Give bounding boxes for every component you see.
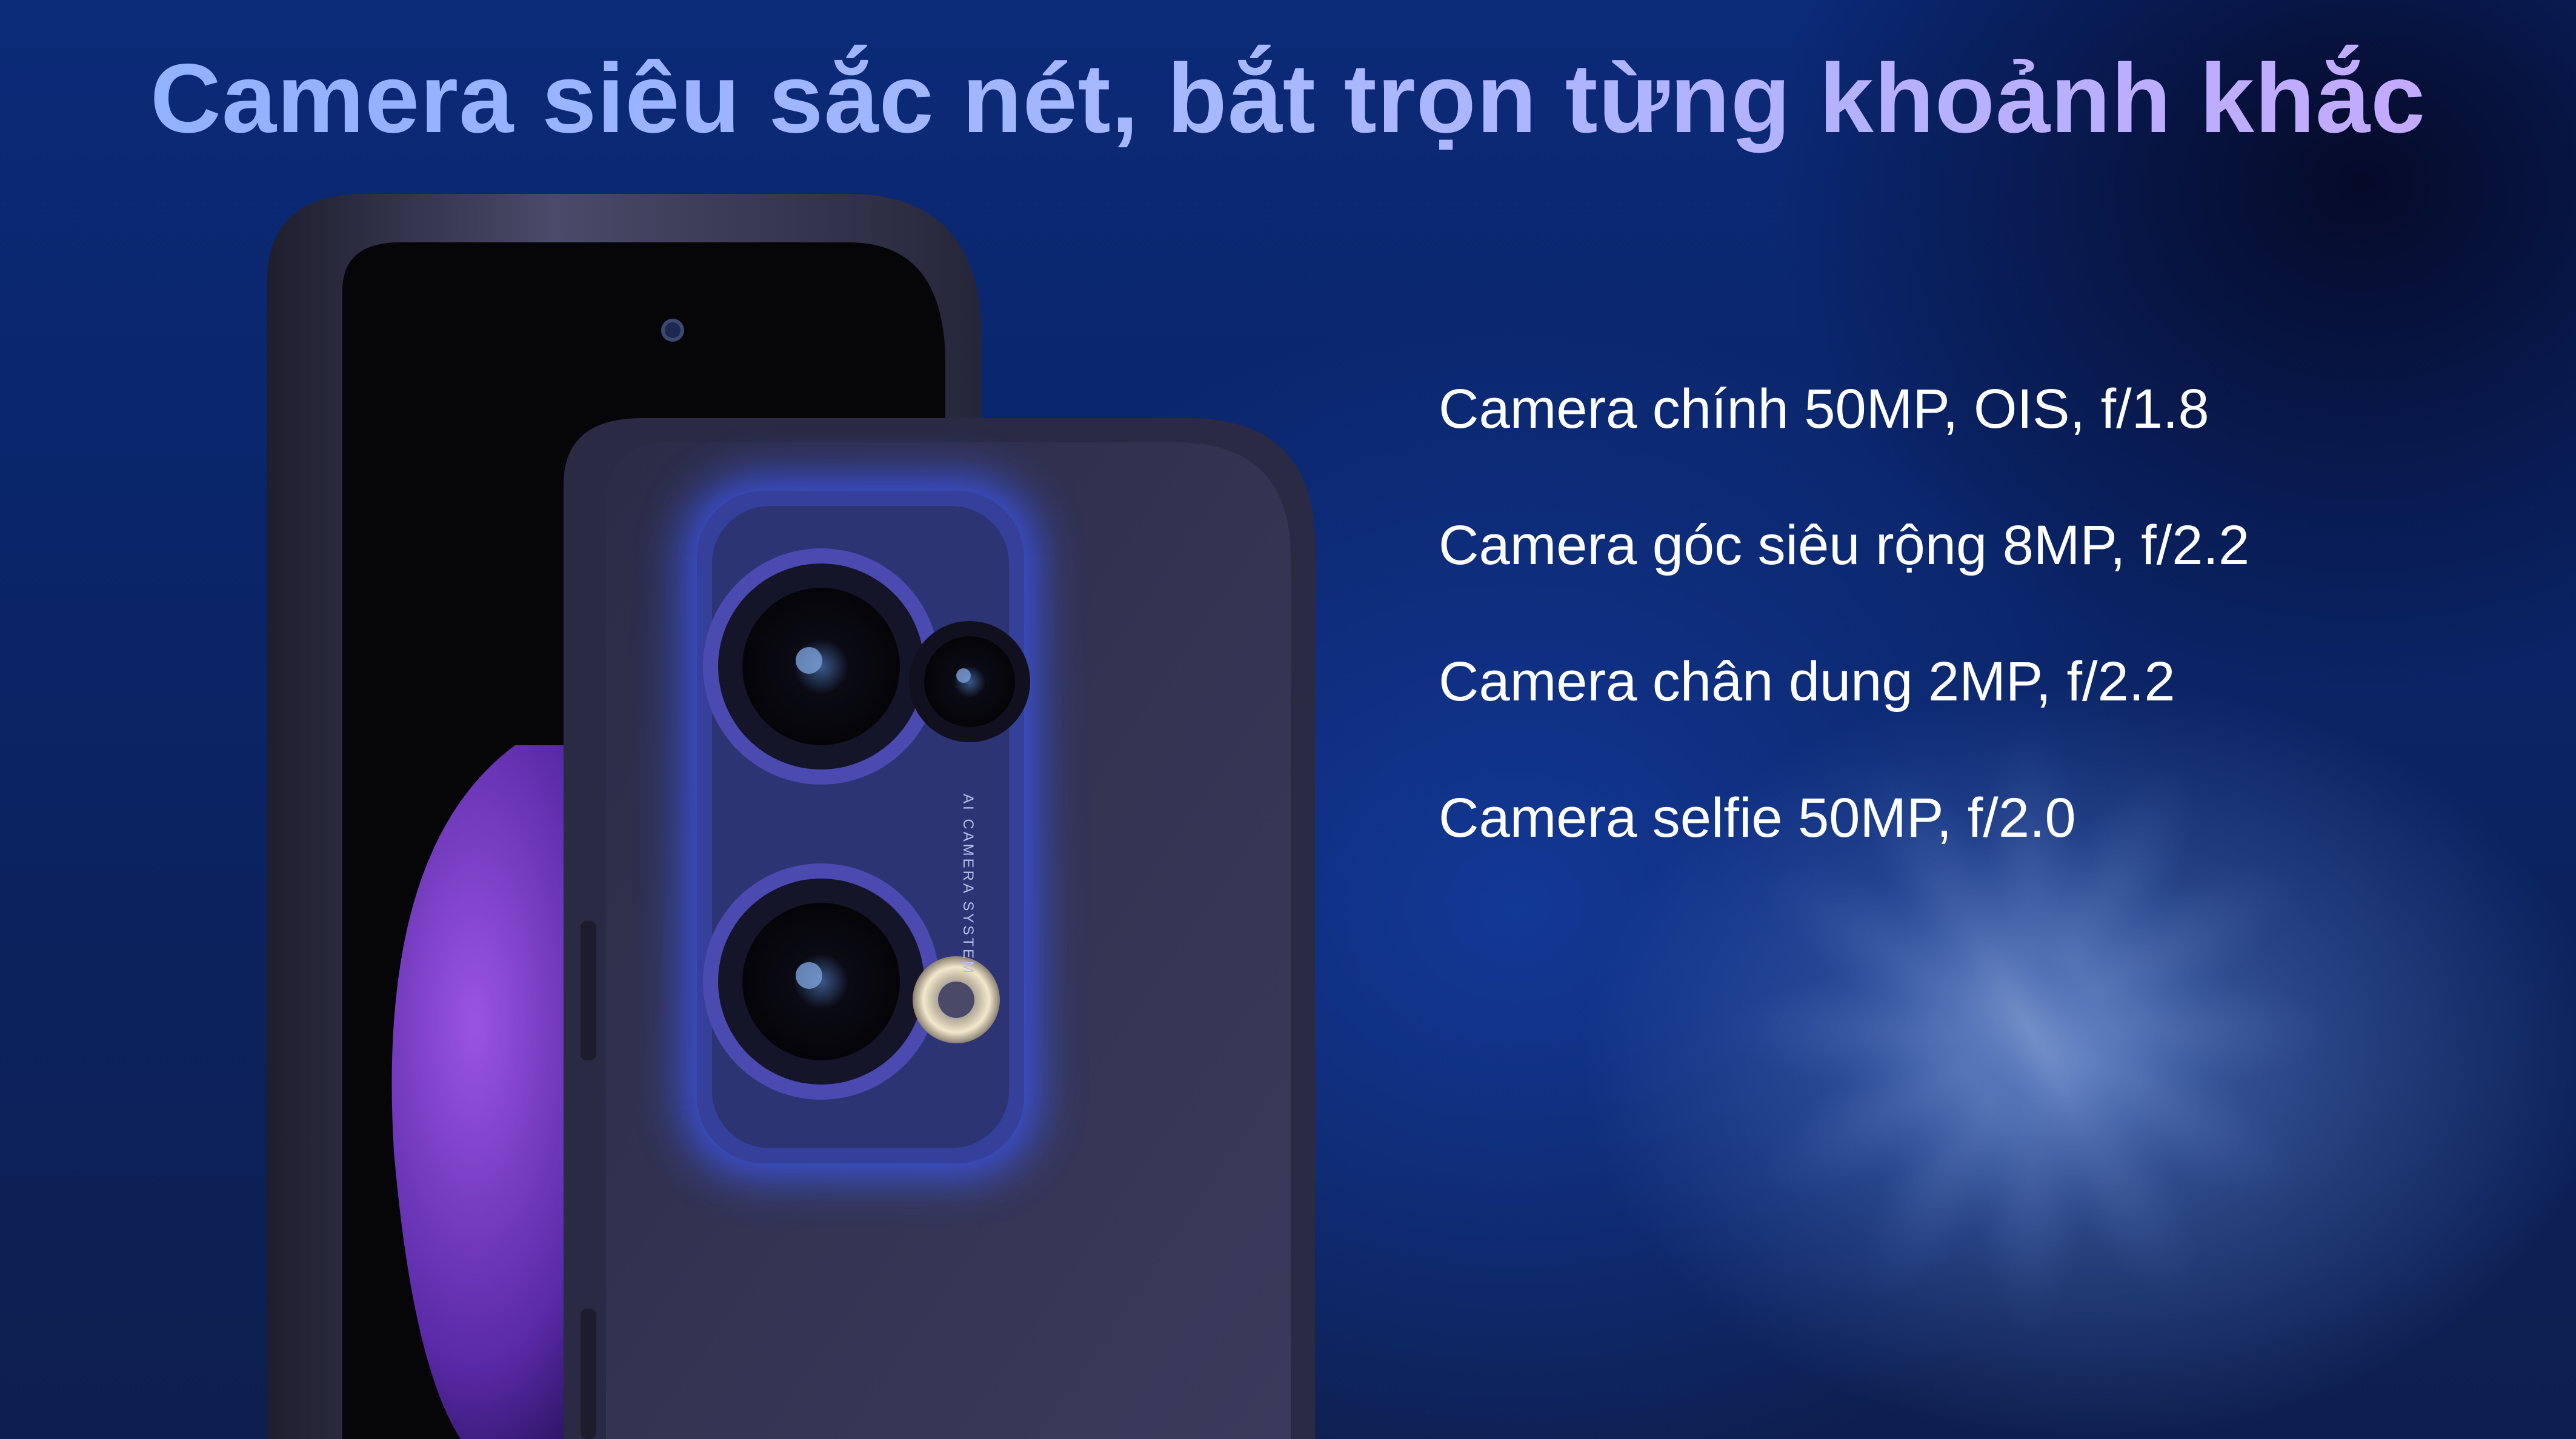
spec-selfie-camera: Camera selfie 50MP, f/2.0 [1439,787,2076,849]
spec-main-camera: Camera chính 50MP, OIS, f/1.8 [1439,378,2209,440]
banner: Camera siêu sắc nét, bắt trọn từng khoản… [0,0,2576,1439]
camera-module-label: AI CAMERA SYSTEM [960,794,976,975]
back-phone: AI CAMERA SYSTEM [564,418,1315,1439]
portrait-camera-lens [909,621,1030,742]
flash-icon [913,956,1000,1043]
spec-ultrawide-camera: Camera góc siêu rộng 8MP, f/2.2 [1439,514,2250,576]
main-camera-lens [703,548,939,785]
spec-portrait-camera: Camera chân dung 2MP, f/2.2 [1439,651,2175,713]
camera-spec-list: Camera chính 50MP, OIS, f/1.8 Camera góc… [1439,376,2469,921]
ultrawide-camera-lens [703,863,939,1100]
